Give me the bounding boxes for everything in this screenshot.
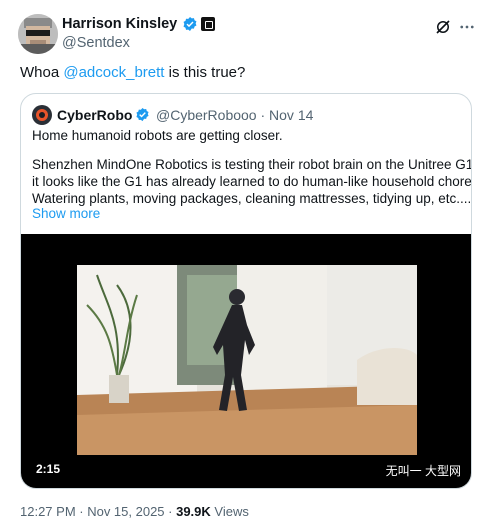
- quote-text-line: it looks like the G1 has already learned…: [32, 174, 472, 189]
- video-subtitle: 无叫一 大型网: [385, 464, 461, 478]
- quote-author-avatar[interactable]: [32, 105, 52, 125]
- tweet-text-prefix: Whoa: [20, 64, 64, 81]
- tweet-footer: 12:27 PM · Nov 15, 2025 · 39.9K Views: [20, 503, 249, 521]
- video-frame: [77, 265, 417, 455]
- video-player[interactable]: 2:15 无叫一 大型网: [21, 234, 471, 488]
- more-icon[interactable]: [458, 18, 476, 36]
- video-duration: 2:15: [31, 460, 66, 478]
- verified-badge-icon: [183, 17, 197, 31]
- grok-icon[interactable]: [434, 18, 452, 36]
- mention-link[interactable]: @adcock_brett: [63, 64, 164, 81]
- show-more-link[interactable]: Show more: [32, 205, 100, 223]
- views-count: 39.9K: [176, 504, 211, 519]
- quote-author-name: CyberRobo: [57, 107, 133, 123]
- author-name[interactable]: Harrison Kinsley: [62, 15, 177, 33]
- author-handle[interactable]: @Sentdex: [62, 34, 130, 52]
- tweet-timestamp[interactable]: 12:27 PM · Nov 15, 2025 ·: [20, 504, 176, 519]
- quoted-tweet[interactable]: CyberRobo @CyberRobooo · Nov 14 Home hum…: [20, 93, 472, 489]
- verified-badge-icon: [136, 107, 149, 122]
- quote-handle-date: @CyberRobooo · Nov 14: [156, 107, 314, 123]
- quote-text-line: Shenzhen MindOne Robotics is testing the…: [32, 157, 472, 172]
- tweet: Harrison Kinsley @Sentdex Whoa @adcock_b…: [0, 0, 487, 527]
- quote-text-line: Home humanoid robots are getting closer.: [32, 128, 283, 143]
- tweet-text: Whoa @adcock_brett is this true?: [20, 63, 245, 83]
- views-label: Views: [210, 504, 249, 519]
- author-avatar[interactable]: [18, 14, 58, 54]
- tweet-text-suffix: is this true?: [164, 64, 246, 81]
- affiliate-badge-icon[interactable]: [201, 17, 215, 31]
